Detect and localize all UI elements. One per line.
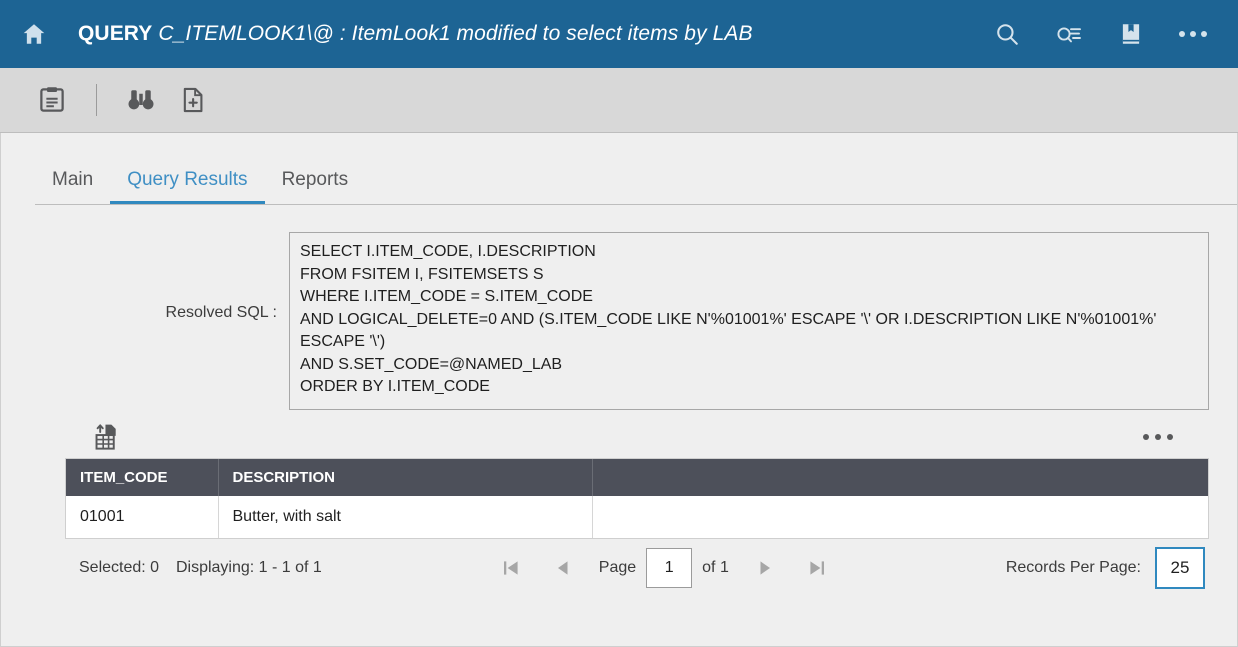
resolved-sql-row: Resolved SQL : SELECT I.ITEM_CODE, I.DES… [1,205,1237,410]
tab-query-results[interactable]: Query Results [110,169,265,205]
displaying-range: Displaying: 1 - 1 of 1 [175,558,322,576]
first-page-icon[interactable] [485,548,537,588]
pager-controls: Page 1 of 1 [322,547,1006,588]
cell-blank [592,495,1208,538]
new-document-icon[interactable] [167,78,219,122]
page-title-name: C_ITEMLOOK1\@ : ItemLook1 modified to se… [158,22,753,45]
cell-description: Butter, with salt [218,495,593,538]
previous-page-icon[interactable] [537,548,589,588]
home-icon[interactable] [14,14,54,54]
records-per-page-group: Records Per Page: 25 [1005,546,1205,589]
table-header-row: ITEM_CODE DESCRIPTION [66,458,1208,496]
table-row[interactable]: 01001 Butter, with salt [66,495,1208,538]
next-page-icon[interactable] [739,548,791,588]
find-binoculars-icon[interactable] [115,78,167,122]
tab-bar-rule [35,204,1237,205]
more-icon[interactable] [1176,17,1210,51]
grid-more-icon[interactable] [1143,433,1173,440]
page-label: Page [598,558,637,576]
export-spreadsheet-icon[interactable] [93,423,119,451]
pagination-bar: Selected: 0 Displaying: 1 - 1 of 1 Page … [65,539,1209,597]
cell-item-code: 01001 [66,495,219,538]
book-icon[interactable] [1114,17,1148,51]
last-page-icon[interactable] [791,548,843,588]
records-per-page-input[interactable]: 25 [1155,546,1205,589]
action-toolbar [0,68,1238,133]
results-grid: ITEM_CODE DESCRIPTION 01001 Butter, with… [65,457,1209,539]
column-header-description[interactable]: DESCRIPTION [218,458,593,496]
column-header-item-code[interactable]: ITEM_CODE [66,458,219,496]
tab-reports[interactable]: Reports [265,169,366,205]
save-icon[interactable] [26,78,78,122]
app-header: QUERY C_ITEMLOOK1\@ : ItemLook1 modified… [0,0,1238,68]
records-per-page-label: Records Per Page: [1005,558,1141,576]
tab-main[interactable]: Main [35,169,110,205]
header-actions [990,17,1210,51]
page-title-keyword: QUERY [78,22,153,45]
resolved-sql-text[interactable]: SELECT I.ITEM_CODE, I.DESCRIPTION FROM F… [289,232,1209,410]
resolved-sql-label: Resolved SQL : [165,304,277,321]
selected-count: Selected: 0 [79,558,160,576]
query-search-icon[interactable] [1052,17,1086,51]
page-total-label: of 1 [702,558,729,576]
more-dots [1179,31,1207,37]
tab-bar: Main Query Results Reports [1,133,1237,205]
column-header-blank[interactable] [592,458,1208,496]
search-icon[interactable] [990,17,1024,51]
page-title: QUERY C_ITEMLOOK1\@ : ItemLook1 modified… [78,22,990,46]
page-number-input[interactable]: 1 [646,547,693,588]
pager-status: Selected: 0 Displaying: 1 - 1 of 1 [79,559,322,577]
grid-toolbar [1,410,1237,458]
toolbar-divider [96,84,97,116]
content-panel: Main Query Results Reports Resolved SQL … [0,133,1238,647]
